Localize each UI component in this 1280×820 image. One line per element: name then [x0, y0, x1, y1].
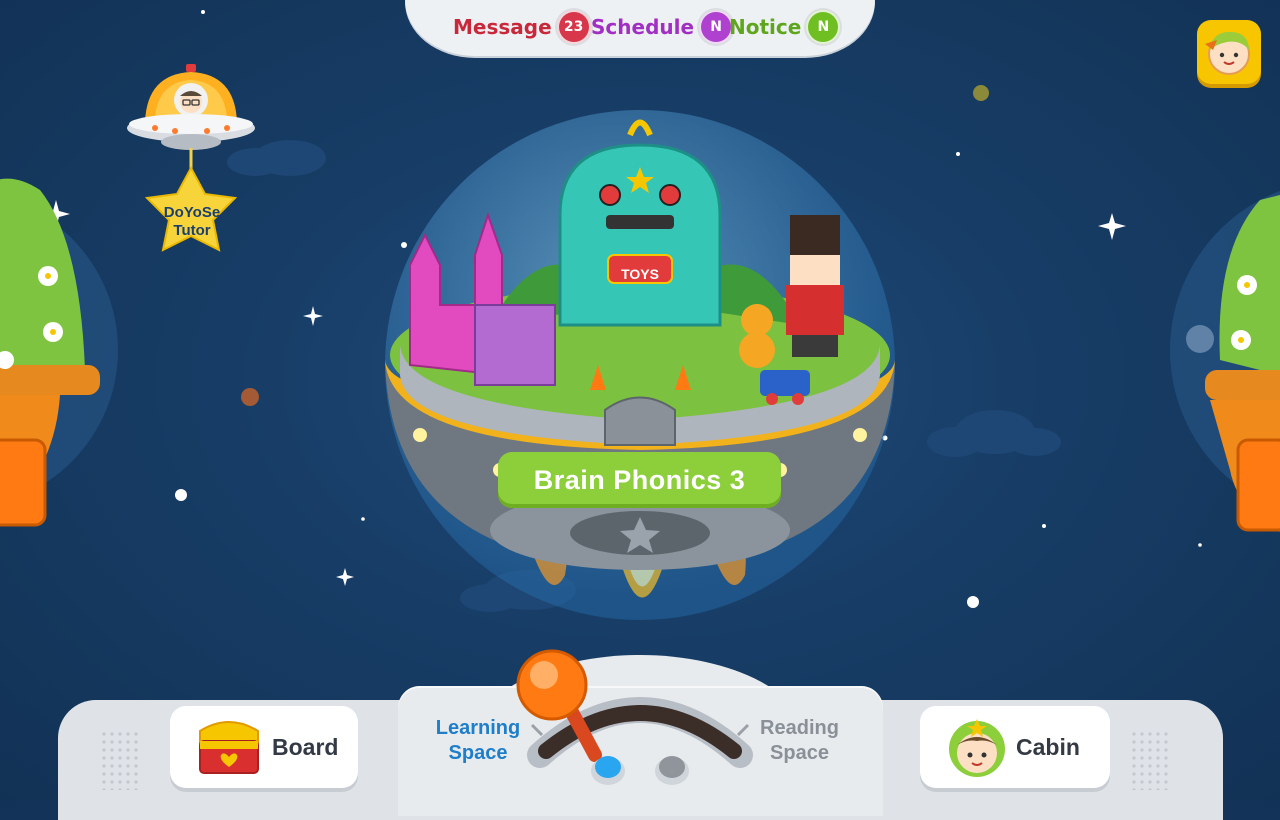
kid-face-icon [949, 719, 1005, 777]
console-dots-right [1130, 730, 1170, 790]
space-lever-switch[interactable] [510, 645, 770, 795]
boy-avatar-icon [1205, 31, 1250, 75]
schedule-button[interactable]: Schedule N [591, 10, 734, 44]
cabin-label: Cabin [1016, 733, 1080, 760]
cabin-button[interactable]: Cabin [920, 706, 1110, 788]
board-label: Board [272, 733, 339, 760]
toy-world-planet-illustration [385, 110, 895, 620]
treasure-chest-icon [199, 721, 259, 774]
reading-indicator-light [659, 756, 685, 778]
top-notification-bar: Message 23 Schedule N Notice N [405, 0, 875, 56]
profile-avatar-button[interactable] [1197, 20, 1261, 84]
learning-indicator-light [595, 756, 621, 778]
schedule-new-badge: N [699, 10, 734, 44]
message-count-badge: 23 [556, 10, 591, 44]
console-dots-left [100, 730, 140, 790]
app-screen: { "top_bar": { "message_label": "Message… [0, 0, 1280, 820]
tutor-label: DoYoSe Tutor [163, 204, 221, 239]
brain-phonics-planet[interactable]: TOYS [380, 105, 900, 625]
notice-label: Notice [729, 15, 802, 39]
toys-sign: TOYS [621, 266, 659, 282]
notice-new-badge: N [806, 10, 841, 44]
message-button[interactable]: Message 23 [453, 10, 591, 44]
planet-title-label[interactable]: Brain Phonics 3 [498, 452, 781, 508]
notice-button[interactable]: Notice N [729, 10, 841, 44]
schedule-label: Schedule [591, 15, 695, 39]
board-button[interactable]: Board [170, 706, 358, 788]
doyose-tutor-button[interactable]: DoYoSe Tutor [125, 62, 260, 262]
message-label: Message [453, 15, 552, 39]
